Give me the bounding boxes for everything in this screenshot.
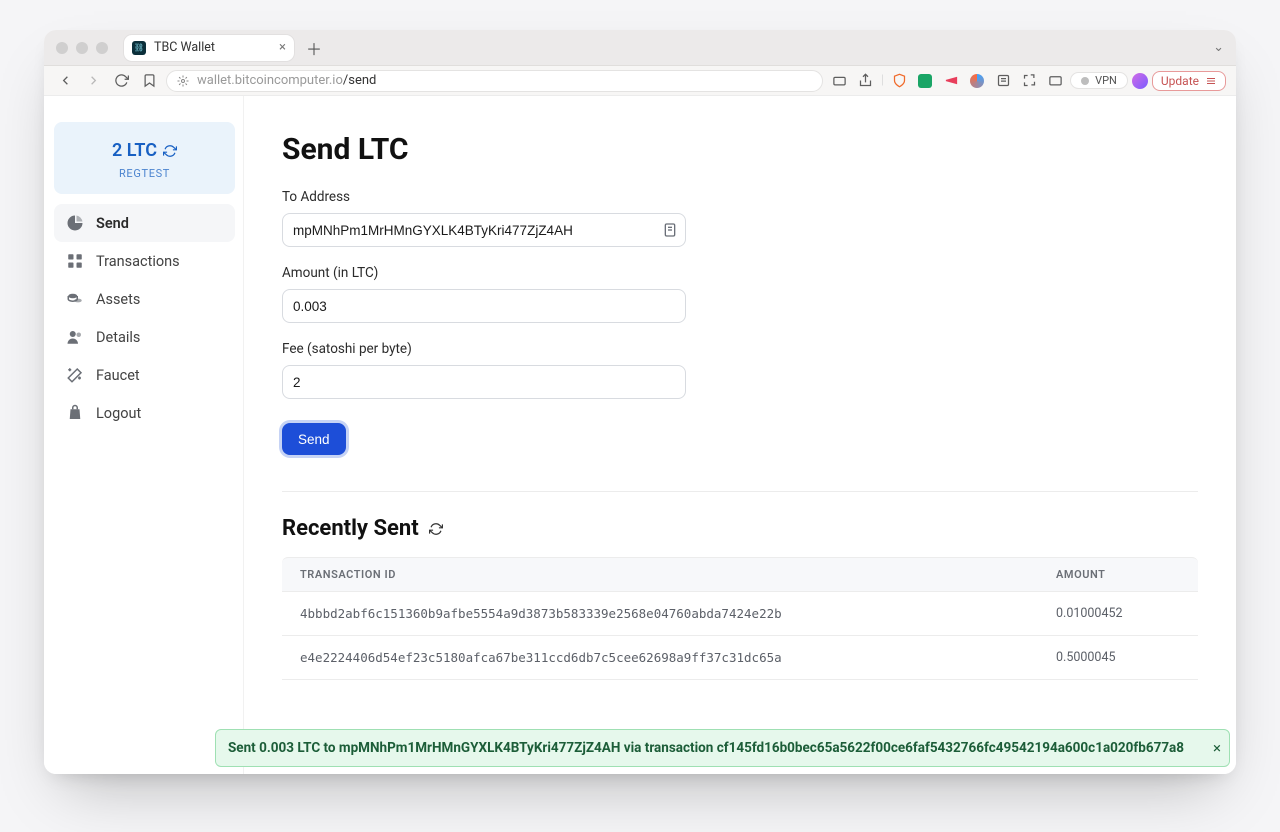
shield-icon[interactable] <box>888 70 910 92</box>
browser-tab[interactable]: ⛓ TBC Wallet × <box>124 35 294 61</box>
amount-field: Amount (in LTC) <box>282 265 1198 323</box>
app-body: 2 LTC REGTEST Send Transactions Assets <box>44 96 1236 774</box>
recent-transactions-table: TRANSACTION ID AMOUNT 4bbbd2abf6c151360b… <box>282 557 1198 680</box>
tab-title: TBC Wallet <box>154 40 215 55</box>
sidebar-item-transactions[interactable]: Transactions <box>54 242 235 280</box>
site-settings-icon <box>177 75 189 87</box>
to-address-field: To Address <box>282 189 1198 247</box>
sidebar-nav: Send Transactions Assets Details Faucet <box>54 204 235 432</box>
fullscreen-window-button[interactable] <box>96 42 108 54</box>
balance-value: 2 LTC <box>64 140 225 161</box>
screenshot-icon[interactable] <box>829 70 851 92</box>
toolbar-right: | VPN Update <box>829 70 1226 92</box>
send-button[interactable]: Send <box>282 423 346 455</box>
address-bar[interactable]: wallet.bitcoincomputer.io/send <box>166 70 823 92</box>
recent-heading-text: Recently Sent <box>282 516 419 541</box>
to-address-input[interactable] <box>282 213 686 247</box>
col-amount: AMOUNT <box>1038 557 1198 592</box>
sidebar-item-label: Logout <box>96 405 141 422</box>
amount-label: Amount (in LTC) <box>282 265 1198 281</box>
balance-text: 2 LTC <box>112 140 157 161</box>
refresh-balance-icon[interactable] <box>163 144 177 158</box>
tab-favicon: ⛓ <box>132 41 146 55</box>
success-toast: Sent 0.003 LTC to mpMNhPm1MrHMnGYXLK4BTy… <box>215 729 1230 767</box>
browser-toolbar: wallet.bitcoincomputer.io/send | VPN Upd… <box>44 66 1236 96</box>
sidebar-item-logout[interactable]: Logout <box>54 394 235 432</box>
back-button[interactable] <box>54 70 76 92</box>
wallet-ext-icon[interactable] <box>1044 70 1066 92</box>
fee-field: Fee (satoshi per byte) <box>282 341 1198 399</box>
share-icon[interactable] <box>855 70 877 92</box>
network-label: REGTEST <box>64 167 225 180</box>
sidebar-item-label: Transactions <box>96 253 180 270</box>
fee-input[interactable] <box>282 365 686 399</box>
recent-heading: Recently Sent <box>282 516 1198 541</box>
puzzle-icon[interactable] <box>1018 70 1040 92</box>
sidebar-item-label: Assets <box>96 291 140 308</box>
vpn-button[interactable]: VPN <box>1070 72 1128 89</box>
extension3-icon[interactable] <box>966 70 988 92</box>
refresh-recent-icon[interactable] <box>429 522 443 536</box>
sidebar: 2 LTC REGTEST Send Transactions Assets <box>44 96 244 774</box>
cell-tx-id: 4bbbd2abf6c151360b9afbe5554a9d3873b58333… <box>282 592 1038 636</box>
sidebar-item-label: Faucet <box>96 367 140 384</box>
sidebar-item-label: Details <box>96 329 140 346</box>
users-icon <box>66 328 84 346</box>
grid-icon <box>66 252 84 270</box>
toast-message: Sent 0.003 LTC to mpMNhPm1MrHMnGYXLK4BTy… <box>228 740 1184 756</box>
profile-avatar[interactable] <box>1132 73 1148 89</box>
update-label: Update <box>1161 74 1199 88</box>
bookmark-button[interactable] <box>138 70 160 92</box>
reload-button[interactable] <box>110 70 132 92</box>
vpn-label: VPN <box>1095 74 1117 87</box>
new-tab-button[interactable]: ＋ <box>302 36 326 60</box>
pie-chart-icon <box>66 214 84 232</box>
fee-label: Fee (satoshi per byte) <box>282 341 1198 357</box>
table-row[interactable]: 4bbbd2abf6c151360b9afbe5554a9d3873b58333… <box>282 592 1198 636</box>
cell-amount: 0.5000045 <box>1038 636 1198 680</box>
close-tab-icon[interactable]: × <box>279 40 286 55</box>
vpn-status-dot <box>1081 77 1089 85</box>
sidebar-item-send[interactable]: Send <box>54 204 235 242</box>
extension2-icon[interactable] <box>940 70 962 92</box>
minimize-window-button[interactable] <box>76 42 88 54</box>
forward-button[interactable] <box>82 70 104 92</box>
to-address-label: To Address <box>282 189 1198 205</box>
sidebar-item-assets[interactable]: Assets <box>54 280 235 318</box>
tabs-overflow-button[interactable]: ⌄ <box>1213 40 1228 55</box>
balance-card: 2 LTC REGTEST <box>54 122 235 194</box>
url-host: wallet.bitcoincomputer.io/send <box>197 73 376 88</box>
sidebar-item-faucet[interactable]: Faucet <box>54 356 235 394</box>
section-divider <box>282 491 1198 492</box>
bag-icon <box>66 404 84 422</box>
tab-strip: ⛓ TBC Wallet × ＋ ⌄ <box>44 30 1236 66</box>
hamburger-icon <box>1205 75 1217 87</box>
wand-icon <box>66 366 84 384</box>
update-button[interactable]: Update <box>1152 71 1226 91</box>
reader-icon[interactable] <box>992 70 1014 92</box>
window-controls <box>52 42 116 54</box>
sidebar-item-label: Send <box>96 215 129 232</box>
cell-amount: 0.01000452 <box>1038 592 1198 636</box>
col-transaction-id: TRANSACTION ID <box>282 557 1038 592</box>
table-header-row: TRANSACTION ID AMOUNT <box>282 557 1198 592</box>
main-content: Send LTC To Address Amount (in LTC) Fee … <box>244 96 1236 774</box>
extension1-icon[interactable] <box>914 70 936 92</box>
close-window-button[interactable] <box>56 42 68 54</box>
amount-input[interactable] <box>282 289 686 323</box>
address-book-icon[interactable] <box>662 222 678 238</box>
page-title: Send LTC <box>282 132 1198 167</box>
table-row[interactable]: e4e2224406d54ef23c5180afca67be311ccd6db7… <box>282 636 1198 680</box>
coins-icon <box>66 290 84 308</box>
cell-tx-id: e4e2224406d54ef23c5180afca67be311ccd6db7… <box>282 636 1038 680</box>
browser-window: ⛓ TBC Wallet × ＋ ⌄ wallet.bitcoincompute… <box>44 30 1236 774</box>
close-toast-icon[interactable]: × <box>1213 739 1221 757</box>
sidebar-item-details[interactable]: Details <box>54 318 235 356</box>
